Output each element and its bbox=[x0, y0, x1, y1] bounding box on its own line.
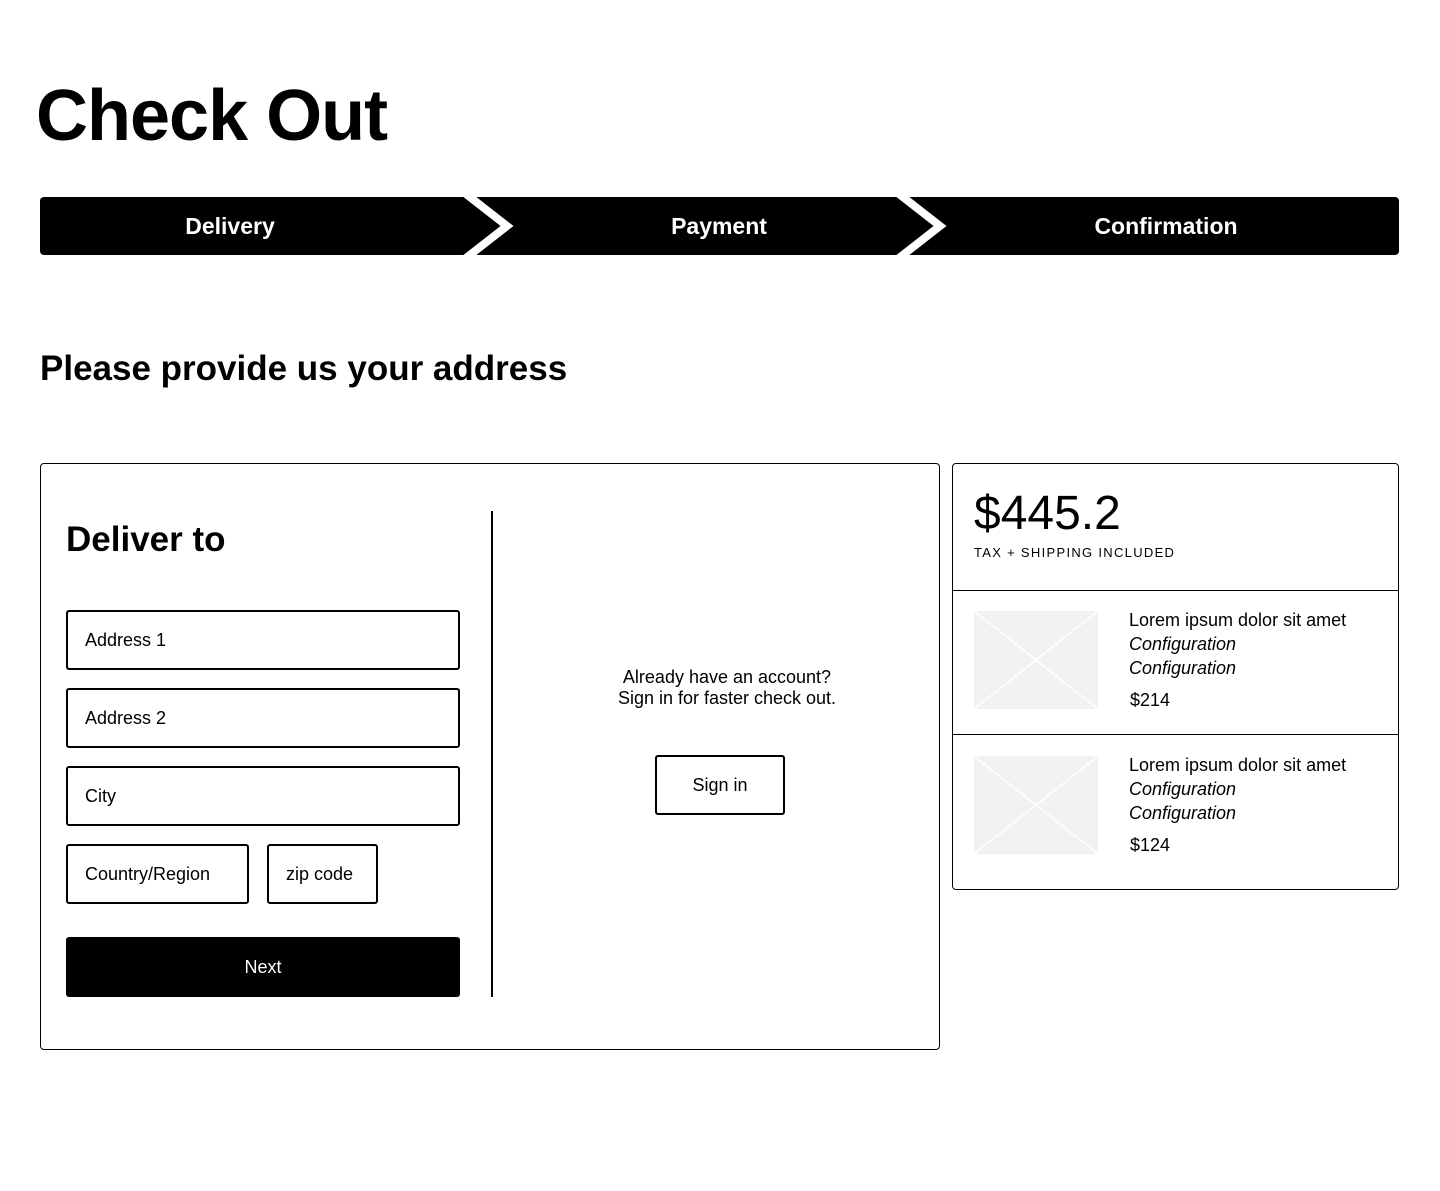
account-prompt-line1: Already have an account? bbox=[622, 667, 832, 687]
delivery-card: Deliver to Next Already have an account?… bbox=[40, 463, 940, 1050]
sign-in-button[interactable]: Sign in bbox=[655, 755, 785, 815]
city-input[interactable] bbox=[66, 766, 460, 826]
cart-item-price: $124 bbox=[1130, 835, 1171, 855]
vertical-divider bbox=[491, 511, 493, 997]
cart-item: Lorem ipsum dolor sit amet Configuration… bbox=[953, 735, 1398, 879]
page-title: Check Out bbox=[36, 76, 388, 156]
country-region-input[interactable] bbox=[66, 844, 249, 904]
cart-item-config: Configuration bbox=[1129, 634, 1237, 654]
step-delivery[interactable]: Delivery bbox=[40, 197, 420, 255]
step-payment[interactable]: Payment bbox=[505, 197, 933, 255]
zip-code-input[interactable] bbox=[267, 844, 378, 904]
cart-item: Lorem ipsum dolor sit amet Configuration… bbox=[953, 590, 1398, 734]
account-prompt-line2: Sign in for faster check out. bbox=[617, 688, 837, 708]
address1-input[interactable] bbox=[66, 610, 460, 670]
checkout-stepper: Delivery Payment Confirmation bbox=[40, 197, 1399, 255]
step-confirmation[interactable]: Confirmation bbox=[938, 197, 1394, 255]
account-prompt: Already have an account? Sign in for fas… bbox=[601, 667, 853, 709]
image-placeholder-icon bbox=[974, 611, 1098, 709]
order-total: $445.2 bbox=[974, 487, 1121, 540]
cart-item-title: Lorem ipsum dolor sit amet bbox=[1129, 610, 1347, 630]
cart-item-price: $214 bbox=[1130, 690, 1171, 710]
image-placeholder-icon bbox=[974, 756, 1098, 854]
order-summary-card: $445.2 TAX + SHIPPING INCLUDED Lorem ips… bbox=[952, 463, 1399, 890]
next-button[interactable]: Next bbox=[66, 937, 460, 997]
address2-input[interactable] bbox=[66, 688, 460, 748]
order-total-note: TAX + SHIPPING INCLUDED bbox=[974, 545, 1176, 560]
cart-item-config: Configuration bbox=[1129, 803, 1237, 823]
cart-item-config: Configuration bbox=[1129, 658, 1237, 678]
section-title: Please provide us your address bbox=[40, 349, 568, 388]
deliver-to-heading: Deliver to bbox=[66, 520, 226, 559]
cart-item-title: Lorem ipsum dolor sit amet bbox=[1129, 755, 1347, 775]
cart-item-config: Configuration bbox=[1129, 779, 1237, 799]
